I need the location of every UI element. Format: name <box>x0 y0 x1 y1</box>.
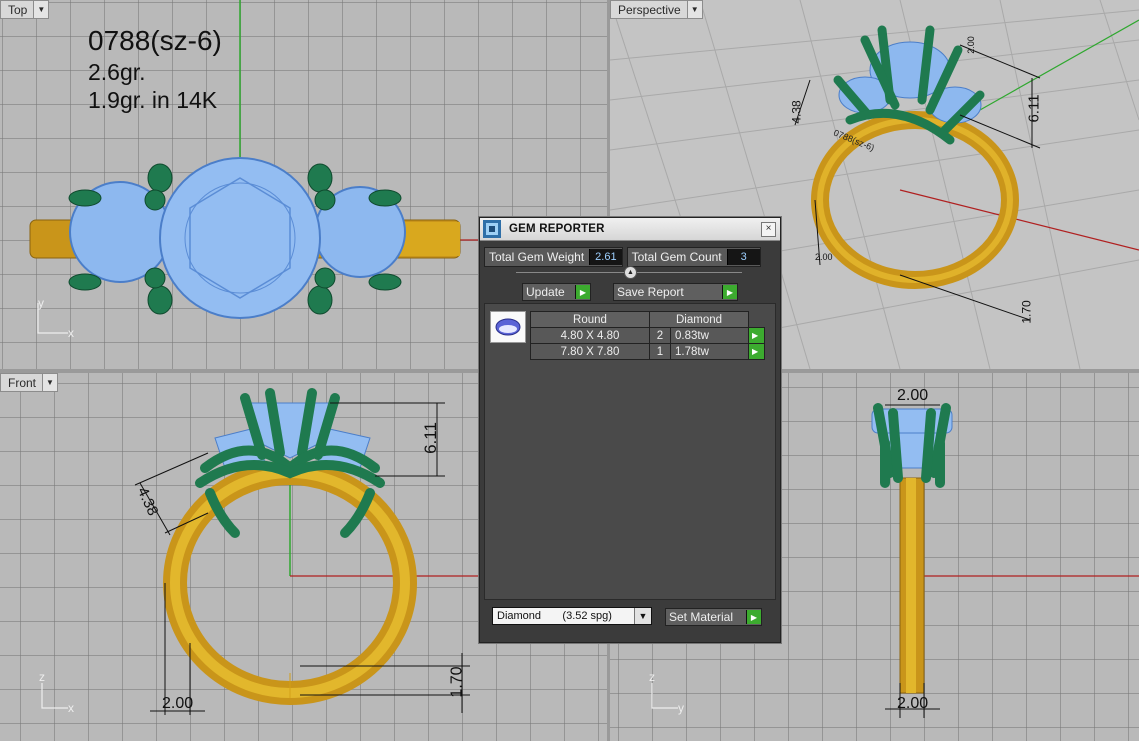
gem-list[interactable]: Round Diamond 4.80 X 4.80 2 0.83tw ▶ 7.8… <box>484 303 776 600</box>
axis-x-label: x <box>68 326 74 340</box>
total-gem-weight: Total Gem Weight 2.61 <box>484 247 623 267</box>
annotation-weight-14k: 1.9gr. in 14K <box>88 87 218 113</box>
persp-top-dim: 2.00 <box>965 36 976 54</box>
close-icon[interactable]: × <box>761 221 776 237</box>
viewport-dropdown-icon[interactable]: ▼ <box>686 1 702 18</box>
axis-y-label: y <box>38 296 44 310</box>
front-shank-width-dim: 2.00 <box>162 695 194 712</box>
ring-annotation: 0788(sz-6) 2.6gr. 1.9gr. in 14K <box>88 24 222 114</box>
axis-z-label: z <box>649 670 655 684</box>
front-height-dim: 6.11 <box>420 422 440 454</box>
table-row[interactable]: 7.80 X 7.80 1 1.78tw ▶ <box>530 343 765 360</box>
axis-z-label: z <box>39 670 45 684</box>
update-button[interactable]: Update ▶ <box>522 283 591 301</box>
persp-height-dim: 6.11 <box>1025 94 1043 123</box>
viewport-dropdown-icon[interactable]: ▼ <box>33 1 49 18</box>
total-gem-count-value: 3 <box>726 249 760 265</box>
viewport-dropdown-icon[interactable]: ▼ <box>42 374 58 391</box>
play-arrow-icon: ▶ <box>722 285 737 299</box>
right-bottom-width-dim: 2.00 <box>897 695 929 712</box>
annotation-weight: 2.6gr. <box>88 59 146 85</box>
gem-reporter-titlebar[interactable]: GEM REPORTER × <box>480 218 780 241</box>
gem-table: Round Diamond 4.80 X 4.80 2 0.83tw ▶ 7.8… <box>530 311 765 360</box>
right-top-width-dim: 2.00 <box>897 387 929 404</box>
material-select[interactable]: Diamond (3.52 spg) ▼ <box>492 607 652 625</box>
table-row[interactable]: 4.80 X 4.80 2 0.83tw ▶ <box>530 327 765 344</box>
persp-bottom-dim: 1.70 <box>1019 300 1034 324</box>
gem-reporter-app-icon <box>483 220 501 238</box>
save-report-button[interactable]: Save Report ▶ <box>613 283 738 301</box>
axis-y-label: y <box>678 701 684 715</box>
gem-reporter-title: GEM REPORTER <box>509 223 605 235</box>
row-action-arrow-icon[interactable]: ▶ <box>748 343 765 360</box>
row-action-arrow-icon[interactable]: ▶ <box>748 327 765 344</box>
round-gem-icon[interactable] <box>490 311 526 343</box>
annotation-model: 0788(sz-6) <box>88 25 222 56</box>
axis-x-label: x <box>68 701 74 715</box>
top-viewport-tab[interactable]: Top ▼ <box>0 0 50 19</box>
gem-table-header: Round Diamond <box>530 311 765 328</box>
gem-reporter-panel[interactable]: GEM REPORTER × Total Gem Weight 2.61 Tot… <box>479 217 781 643</box>
perspective-viewport-tab[interactable]: Perspective ▼ <box>610 0 703 19</box>
persp-left-dim: 2.00 <box>815 252 833 262</box>
play-arrow-icon: ▶ <box>746 610 761 624</box>
front-shank-thickness-dim: 1.70 <box>448 666 466 698</box>
collapse-icon[interactable]: ▲ <box>624 266 637 279</box>
play-arrow-icon: ▶ <box>575 285 590 299</box>
front-viewport-tab[interactable]: Front ▼ <box>0 373 59 392</box>
total-gem-weight-value: 2.61 <box>589 249 622 265</box>
chevron-down-icon[interactable]: ▼ <box>634 608 651 624</box>
total-gem-count: Total Gem Count 3 <box>626 247 761 267</box>
set-material-button[interactable]: Set Material ▶ <box>665 608 762 626</box>
persp-prong-dim: 4.38 <box>789 100 804 124</box>
